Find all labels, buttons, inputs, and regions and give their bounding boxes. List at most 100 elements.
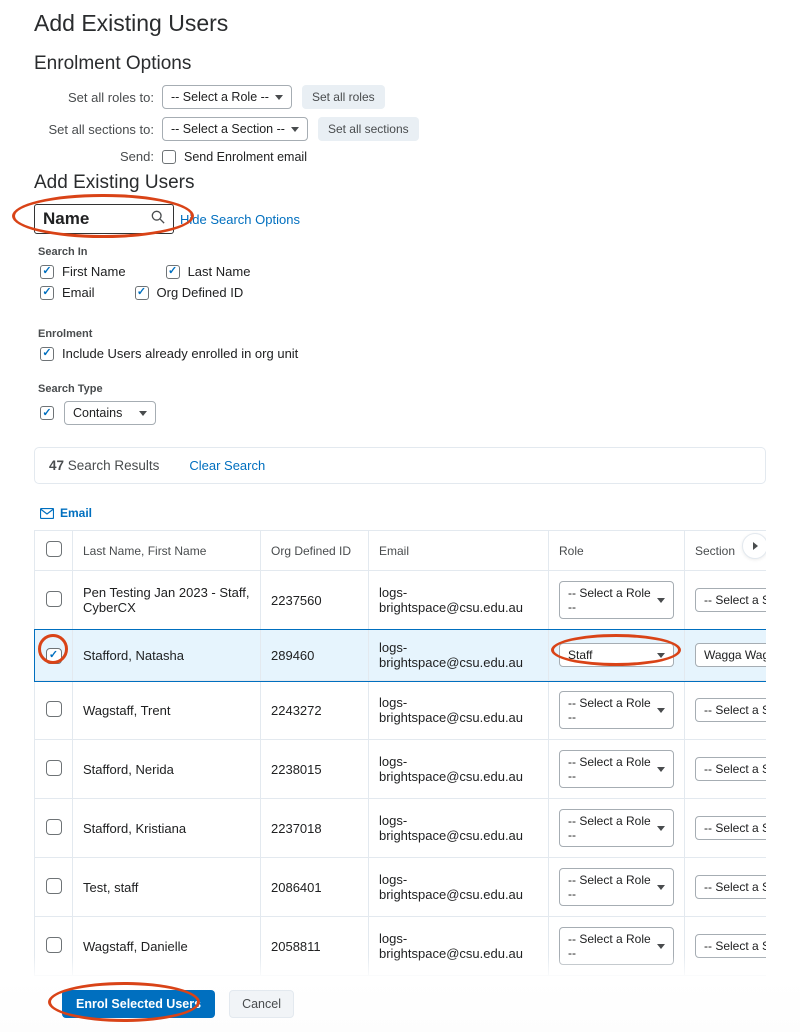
- chevron-right-icon: [753, 542, 758, 550]
- set-all-roles-button[interactable]: Set all roles: [302, 85, 385, 109]
- chevron-down-icon: [657, 598, 665, 603]
- role-select[interactable]: -- Select a Role --: [559, 750, 674, 788]
- cell-email: logs-brightspace@csu.edu.au: [369, 799, 549, 858]
- section-select[interactable]: Wagga Wagga D: [695, 643, 766, 667]
- cancel-button[interactable]: Cancel: [229, 990, 294, 1018]
- section-value: -- Select a Sectio: [704, 703, 766, 717]
- set-roles-select[interactable]: -- Select a Role --: [162, 85, 292, 109]
- col-role[interactable]: Role: [549, 531, 685, 571]
- clear-search-link[interactable]: Clear Search: [189, 458, 265, 473]
- section-value: -- Select a Sectio: [704, 821, 766, 835]
- row-checkbox[interactable]: [46, 591, 62, 607]
- send-email-text: Send Enrolment email: [184, 150, 307, 164]
- set-sections-value: -- Select a Section --: [171, 122, 285, 136]
- col-email[interactable]: Email: [369, 531, 549, 571]
- send-email-checkbox[interactable]: [162, 150, 176, 164]
- results-bar: 47 Search Results Clear Search: [34, 447, 766, 484]
- role-value: -- Select a Role --: [568, 814, 657, 842]
- last-name-text: Last Name: [188, 264, 251, 279]
- include-enrolled-checkbox[interactable]: [40, 347, 54, 361]
- role-value: -- Select a Role --: [568, 586, 657, 614]
- role-select[interactable]: -- Select a Role --: [559, 927, 674, 965]
- table-row: Wagstaff, Trent2243272logs-brightspace@c…: [35, 681, 767, 740]
- role-value: -- Select a Role --: [568, 873, 657, 901]
- select-all-checkbox[interactable]: [46, 541, 62, 557]
- cell-name: Test, staff: [73, 858, 261, 917]
- email-checkbox[interactable]: [40, 286, 54, 300]
- section-value: -- Select a Sectio: [704, 762, 766, 776]
- set-sections-label: Set all sections to:: [34, 122, 154, 137]
- row-checkbox[interactable]: [46, 819, 62, 835]
- role-value: -- Select a Role --: [568, 932, 657, 960]
- role-value: -- Select a Role --: [568, 755, 657, 783]
- cell-name: Stafford, Nerida: [73, 740, 261, 799]
- search-in-label: Search In: [38, 246, 766, 258]
- section-select[interactable]: -- Select a Sectio: [695, 698, 766, 722]
- section-value: -- Select a Sectio: [704, 939, 766, 953]
- search-type-select[interactable]: Contains: [64, 401, 156, 425]
- cell-name: Stafford, Kristiana: [73, 799, 261, 858]
- cell-email: logs-brightspace@csu.edu.au: [369, 917, 549, 976]
- row-checkbox[interactable]: [46, 937, 62, 953]
- section-select[interactable]: -- Select a Sectio: [695, 934, 766, 958]
- enrol-selected-button[interactable]: Enrol Selected Users: [62, 990, 215, 1018]
- table-row: Stafford, Natasha289460logs-brightspace@…: [35, 630, 767, 681]
- search-type-value: Contains: [73, 406, 122, 420]
- section-select[interactable]: -- Select a Sectio: [695, 588, 766, 612]
- chevron-down-icon: [657, 826, 665, 831]
- role-select[interactable]: -- Select a Role --: [559, 809, 674, 847]
- cell-org: 2086401: [261, 858, 369, 917]
- row-checkbox[interactable]: [46, 701, 62, 717]
- first-name-checkbox[interactable]: [40, 265, 54, 279]
- set-all-sections-button[interactable]: Set all sections: [318, 117, 419, 141]
- scroll-right-button[interactable]: [742, 533, 766, 559]
- row-checkbox[interactable]: [46, 878, 62, 894]
- table-row: Wagstaff, Danielle2058811logs-brightspac…: [35, 917, 767, 976]
- email-action[interactable]: Email: [40, 506, 766, 520]
- section-select[interactable]: -- Select a Sectio: [695, 757, 766, 781]
- col-name[interactable]: Last Name, First Name: [73, 531, 261, 571]
- role-select[interactable]: Staff: [559, 643, 674, 667]
- role-select[interactable]: -- Select a Role --: [559, 691, 674, 729]
- chevron-down-icon: [657, 885, 665, 890]
- org-defined-checkbox[interactable]: [135, 286, 149, 300]
- results-count: 47 Search Results: [49, 458, 159, 473]
- cell-org: 2058811: [261, 917, 369, 976]
- col-org[interactable]: Org Defined ID: [261, 531, 369, 571]
- enrolment-filter-label: Enrolment: [38, 328, 766, 340]
- section-select[interactable]: -- Select a Sectio: [695, 875, 766, 899]
- last-name-checkbox[interactable]: [166, 265, 180, 279]
- cell-name: Pen Testing Jan 2023 - Staff, CyberCX: [73, 571, 261, 630]
- search-type-label: Search Type: [38, 383, 766, 395]
- table-row: Stafford, Nerida2238015logs-brightspace@…: [35, 740, 767, 799]
- role-value: -- Select a Role --: [568, 696, 657, 724]
- role-select[interactable]: -- Select a Role --: [559, 581, 674, 619]
- chevron-down-icon: [291, 127, 299, 132]
- search-icon[interactable]: [151, 209, 165, 229]
- section-select[interactable]: -- Select a Sectio: [695, 816, 766, 840]
- set-sections-select[interactable]: -- Select a Section --: [162, 117, 308, 141]
- role-select[interactable]: -- Select a Role --: [559, 868, 674, 906]
- chevron-down-icon: [139, 411, 147, 416]
- table-row: Test, staff2086401logs-brightspace@csu.e…: [35, 858, 767, 917]
- results-table: Last Name, First Name Org Defined ID Ema…: [34, 530, 766, 976]
- email-text: Email: [62, 285, 95, 300]
- chevron-down-icon: [657, 708, 665, 713]
- cell-email: logs-brightspace@csu.edu.au: [369, 571, 549, 630]
- search-value: Name: [43, 209, 89, 228]
- chevron-down-icon: [657, 944, 665, 949]
- cell-email: logs-brightspace@csu.edu.au: [369, 681, 549, 740]
- add-existing-heading: Add Existing Users: [34, 172, 766, 194]
- chevron-down-icon: [657, 767, 665, 772]
- table-row: Stafford, Kristiana2237018logs-brightspa…: [35, 799, 767, 858]
- cell-email: logs-brightspace@csu.edu.au: [369, 858, 549, 917]
- hide-search-options-link[interactable]: Hide Search Options: [180, 212, 300, 227]
- search-input[interactable]: Name: [34, 204, 174, 234]
- set-roles-value: -- Select a Role --: [171, 90, 269, 104]
- search-type-checkbox[interactable]: [40, 406, 54, 420]
- row-checkbox[interactable]: [46, 648, 62, 664]
- send-label: Send:: [34, 149, 154, 164]
- email-action-label: Email: [60, 506, 92, 520]
- row-checkbox[interactable]: [46, 760, 62, 776]
- email-icon: [40, 508, 54, 519]
